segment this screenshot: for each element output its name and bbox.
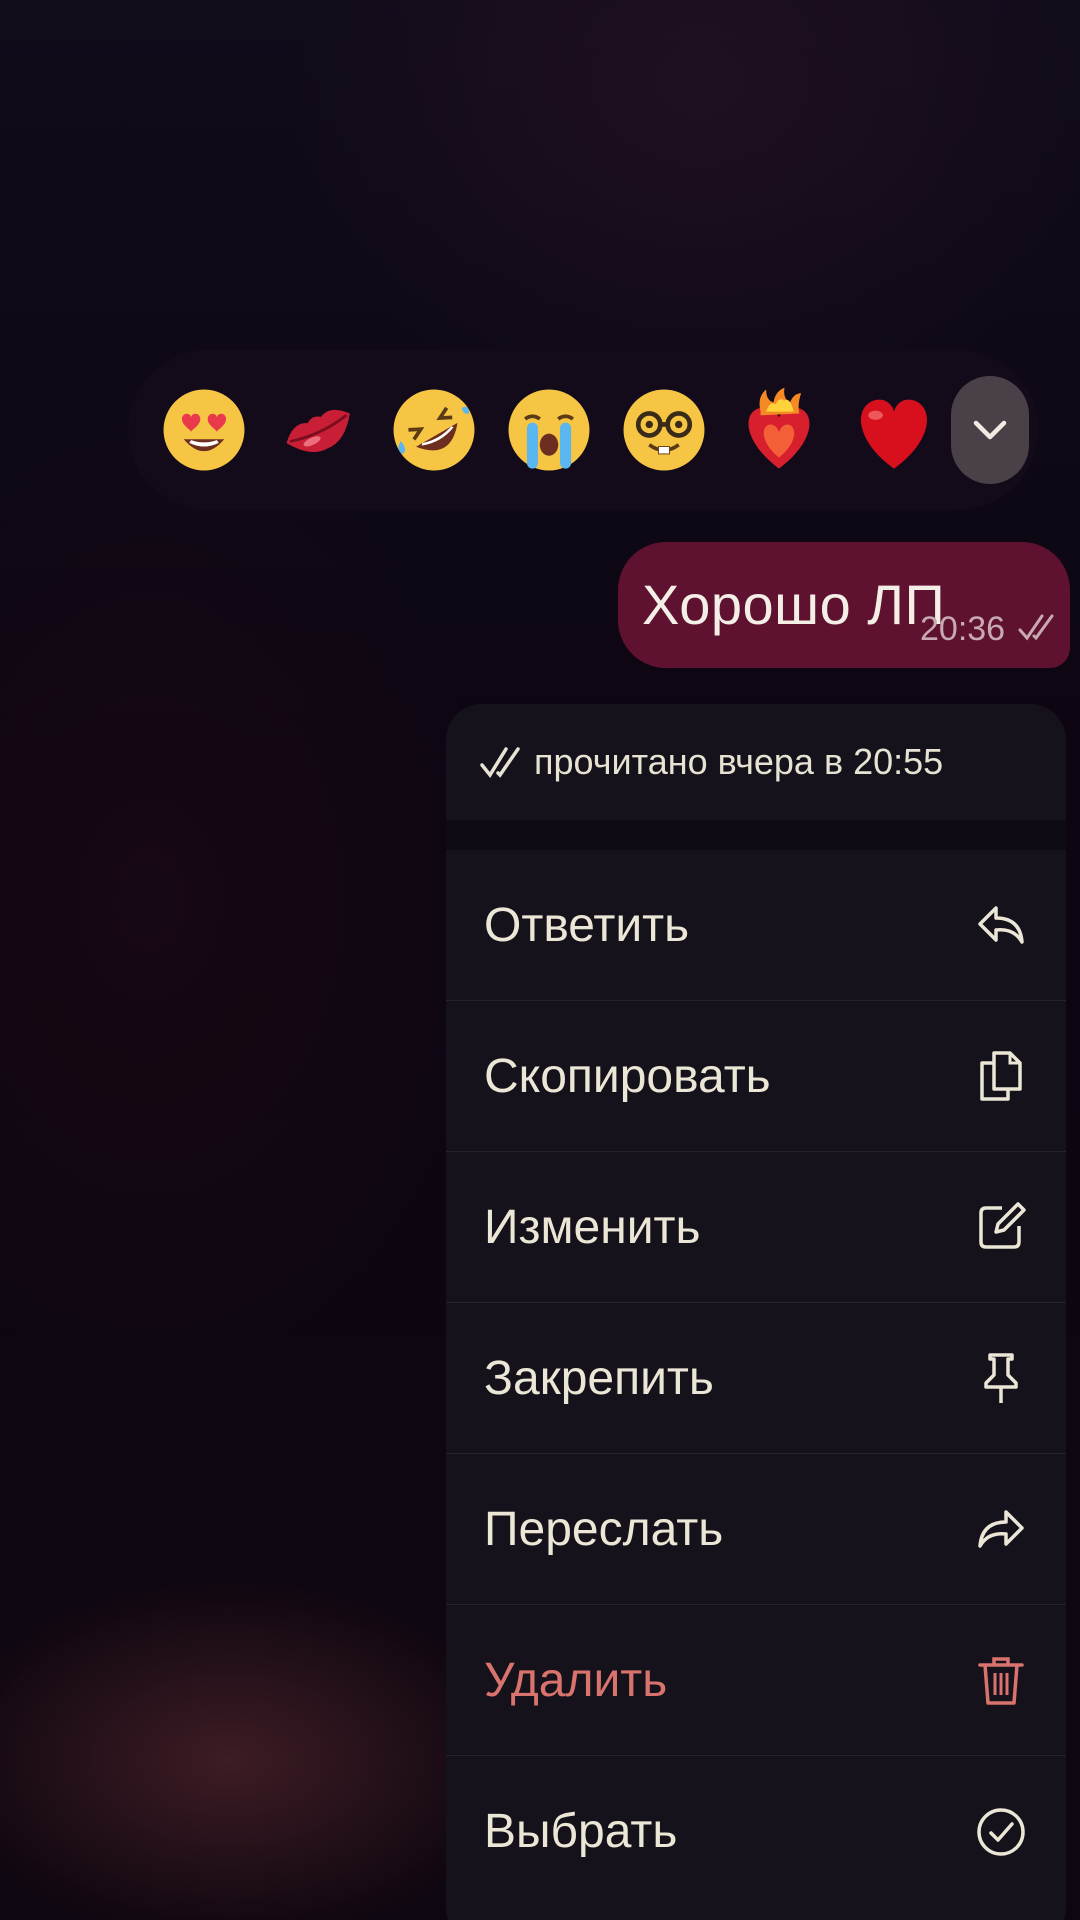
forward-icon xyxy=(974,1502,1028,1556)
menu-item-edit[interactable]: Изменить xyxy=(446,1152,1066,1303)
reaction-nerd[interactable] xyxy=(606,373,721,488)
menu-item-label: Переслать xyxy=(484,1502,724,1556)
menu-item-delete[interactable]: Удалить xyxy=(446,1605,1066,1756)
menu-item-pin[interactable]: Закрепить xyxy=(446,1303,1066,1454)
menu-item-label: Изменить xyxy=(484,1200,701,1254)
menu-item-label: Выбрать xyxy=(484,1805,678,1858)
crying-emoji-icon xyxy=(508,389,589,471)
reaction-heart-eyes[interactable] xyxy=(146,373,261,488)
heart-eyes-emoji-icon xyxy=(163,389,244,471)
menu-item-label: Ответить xyxy=(484,898,690,952)
message-context-menu: прочитано вчера в 20:55 Ответить Скопиро… xyxy=(446,704,1066,1920)
nerd-face-emoji-icon xyxy=(623,389,704,471)
kiss-lips-emoji-icon xyxy=(286,409,350,453)
double-check-icon xyxy=(1018,614,1054,641)
trash-icon xyxy=(974,1653,1028,1707)
menu-item-forward[interactable]: Переслать xyxy=(446,1454,1066,1605)
message-bubble[interactable]: Хорошо ЛП 20:36 xyxy=(618,542,1070,668)
reaction-kiss[interactable] xyxy=(261,373,376,488)
read-status-text: прочитано вчера в 20:55 xyxy=(534,741,944,782)
message-text: Хорошо ЛП xyxy=(642,573,946,636)
select-check-icon xyxy=(974,1805,1028,1859)
reaction-rolling-laughing[interactable] xyxy=(376,373,491,488)
heart-on-fire-emoji-icon xyxy=(748,387,809,469)
message-time: 20:36 xyxy=(920,610,1006,648)
pin-icon xyxy=(974,1351,1028,1405)
menu-item-label: Закрепить xyxy=(484,1351,714,1405)
edit-icon xyxy=(974,1200,1028,1254)
rolling-laughing-emoji-icon xyxy=(393,389,474,471)
chevron-down-icon xyxy=(973,420,1007,440)
menu-item-label: Удалить xyxy=(484,1653,668,1707)
reaction-crying[interactable] xyxy=(491,373,606,488)
menu-item-copy[interactable]: Скопировать xyxy=(446,1001,1066,1152)
copy-icon xyxy=(974,1049,1028,1103)
reaction-bar xyxy=(128,350,1038,510)
menu-item-reply[interactable]: Ответить xyxy=(446,850,1066,1001)
menu-item-select[interactable]: Выбрать xyxy=(446,1756,1066,1907)
read-status: прочитано вчера в 20:55 xyxy=(446,704,1066,820)
menu-separator xyxy=(446,820,1066,850)
reply-icon xyxy=(974,898,1028,952)
red-heart-emoji-icon xyxy=(860,399,927,469)
reaction-heart-on-fire[interactable] xyxy=(721,373,836,488)
reaction-red-heart[interactable] xyxy=(836,373,951,488)
menu-item-label: Скопировать xyxy=(484,1049,771,1103)
read-double-check-icon xyxy=(480,747,520,779)
expand-reactions-button[interactable] xyxy=(951,376,1029,484)
